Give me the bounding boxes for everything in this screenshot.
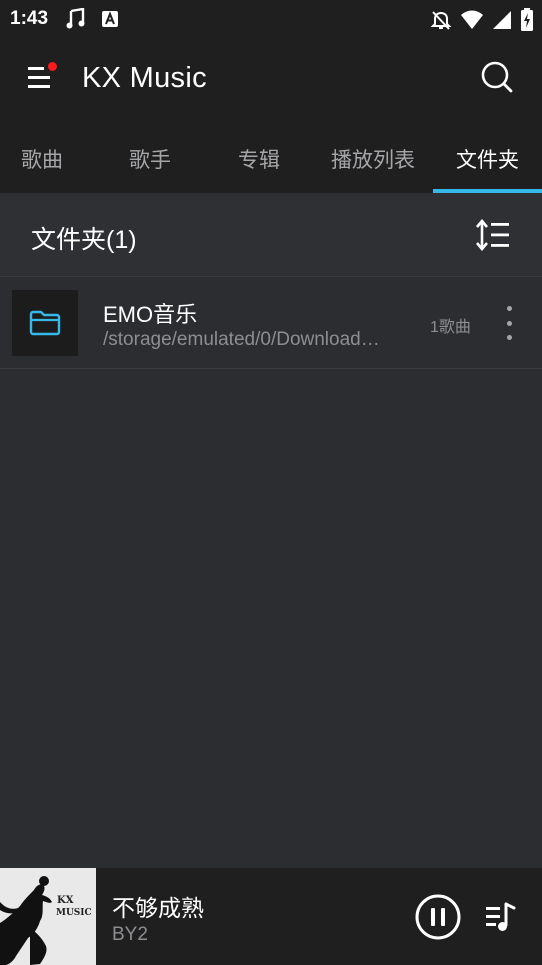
notification-dot <box>48 62 57 71</box>
signal-icon <box>493 11 511 29</box>
folder-icon <box>29 310 61 336</box>
folder-list-item[interactable]: EMO音乐 /storage/emulated/0/Download… 1歌曲 <box>0 278 542 369</box>
now-playing-bar[interactable]: KX MUSIC 不够成熟 BY2 <box>0 868 542 965</box>
cover-text-kx: KX <box>57 895 74 906</box>
pause-icon[interactable] <box>415 894 461 940</box>
status-left-icons <box>66 8 120 30</box>
app-bar: KX Music <box>0 40 542 120</box>
tab-albums[interactable]: 专辑 <box>238 144 280 174</box>
tab-folders[interactable]: 文件夹 <box>456 144 519 174</box>
album-cover[interactable]: KX MUSIC <box>0 868 96 965</box>
now-playing-title: 不够成熟 <box>112 895 204 921</box>
status-time: 1:43 <box>10 8 49 29</box>
playlist-queue-icon[interactable] <box>484 900 518 934</box>
folder-song-count: 1歌曲 <box>430 319 471 336</box>
search-icon[interactable] <box>480 60 514 94</box>
music-note-icon <box>66 8 85 29</box>
folder-thumbnail <box>12 290 78 356</box>
app-title: KX Music <box>82 62 207 94</box>
status-right-icons <box>430 8 534 32</box>
folder-name: EMO音乐 <box>103 302 198 327</box>
tab-playlists[interactable]: 播放列表 <box>331 144 415 174</box>
status-bar: 1:43 <box>0 0 542 40</box>
section-title: 文件夹(1) <box>31 226 137 254</box>
a-badge-icon <box>102 11 118 27</box>
tab-artists[interactable]: 歌手 <box>129 144 171 174</box>
more-options-icon[interactable] <box>500 306 518 340</box>
bell-off-icon <box>430 11 452 30</box>
folder-path: /storage/emulated/0/Download… <box>103 329 380 350</box>
sort-icon[interactable] <box>476 219 510 251</box>
section-header: 文件夹(1) <box>0 193 542 277</box>
wifi-icon <box>461 10 483 29</box>
now-playing-artist: BY2 <box>112 924 148 945</box>
tab-bar: 歌曲 歌手 专辑 播放列表 文件夹 <box>0 120 542 193</box>
battery-charging-icon <box>521 8 533 31</box>
cover-text-music: MUSIC <box>56 908 92 918</box>
tab-songs[interactable]: 歌曲 <box>21 144 63 174</box>
